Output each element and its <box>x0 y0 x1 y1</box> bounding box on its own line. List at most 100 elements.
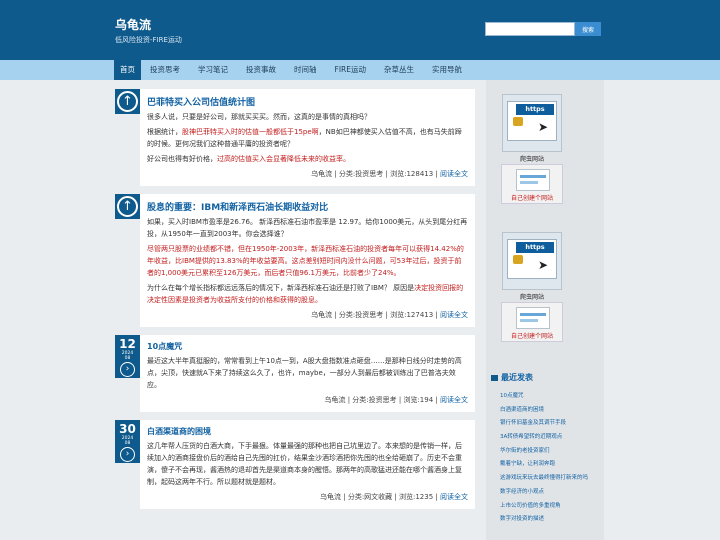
post-list: ↑ 巴菲特买入公司估值统计图 很多人说，只要是好公司，那就买买买。然而，这真的是… <box>115 89 475 517</box>
post-title[interactable]: 股息的重要：IBM和新泽西石油长期收益对比 <box>147 200 468 213</box>
post-meta: 乌龟流 | 分类:投资思考 | 浏览:128413 | 阅读全文 <box>311 170 468 178</box>
post-item: 12 2024 08 › 10点魔咒 最近这大半年真挺服的，常常看到上午10点一… <box>115 335 475 412</box>
read-more-link[interactable]: 阅读全文 <box>440 493 468 501</box>
nav-item-fire[interactable]: FIRE运动 <box>326 60 375 80</box>
post-paragraph: 如果，买入时IBM市盈率是26.76。 新泽西标准石油市盈率是 12.97。给你… <box>147 218 468 238</box>
post-title[interactable]: 巴菲特买入公司估值统计图 <box>147 95 468 108</box>
post-card: 10点魔咒 最近这大半年真挺服的，常常看到上午10点一到，A股大盘指数准点砸盘…… <box>140 335 475 412</box>
search-input[interactable] <box>485 22 575 36</box>
post-paragraph: 最近这大半年真挺服的，常常看到上午10点一到，A股大盘指数准点砸盘……是那种日线… <box>147 357 462 389</box>
lock-icon <box>513 117 523 126</box>
post-badge: ↑ <box>115 89 140 114</box>
main-nav: 首页 投资思考 学习笔记 投资事故 时间轴 FIRE运动 杂草丛生 实用导航 <box>0 60 720 80</box>
nav-item-timeline[interactable]: 时间轴 <box>285 60 326 80</box>
read-more-link[interactable]: 阅读全文 <box>440 311 468 319</box>
arrow-up-icon: ↑ <box>117 196 138 217</box>
nav-item-home[interactable]: 首页 <box>114 60 141 80</box>
recent-post-link[interactable]: 10点魔咒 <box>500 390 604 404</box>
post-item: 30 2024 08 › 白酒渠道商的困境 这几年帮人压货的白酒大商，下手最狠。… <box>115 420 475 509</box>
ad-banner-text: https <box>516 242 554 253</box>
sidebar-ad[interactable]: https ➤ 爬虫网站 自己创建个网站 <box>501 84 563 204</box>
post-category[interactable]: 分类:网文收藏 <box>348 493 392 501</box>
post-paragraph: 尽管两只股票的业绩都不错，但在1950年-2003年，新泽西标准石油的投资者每年… <box>147 245 464 277</box>
post-card: 白酒渠道商的困境 这几年帮人压货的白酒大商，下手最狠。体量最强的那种也把自己坑里… <box>140 420 475 509</box>
monitor-illustration: https ➤ <box>502 94 562 152</box>
post-author: 乌龟流 <box>320 493 342 501</box>
ad-caption[interactable]: 自己创建个网站 <box>502 193 562 202</box>
post-category[interactable]: 分类:投资思考 <box>339 170 383 178</box>
recent-post-link[interactable]: 银行怀旧基金及其调节手段 <box>500 417 604 431</box>
ad-caption[interactable]: 自己创建个网站 <box>502 331 562 340</box>
recent-post-link[interactable]: 戴着宁缺，让利润奔跑 <box>500 458 604 472</box>
post-views: 浏览:194 <box>403 396 434 404</box>
post-date-month: 08 <box>124 356 131 361</box>
recent-post-link[interactable]: 华尔街的老投资家们 <box>500 445 604 459</box>
post-meta: 乌龟流 | 分类:投资思考 | 浏览:127413 | 阅读全文 <box>311 311 468 319</box>
post-paragraph: 好公司也得有好价格，过高的估值买入会显著降低未来的收益率。 <box>147 155 350 163</box>
arrow-up-icon: ↑ <box>117 91 138 112</box>
post-item: ↑ 巴菲特买入公司估值统计图 很多人说，只要是好公司，那就买买买。然而，这真的是… <box>115 89 475 186</box>
post-date-badge: 12 2024 08 › <box>115 335 140 378</box>
post-views: 浏览:127413 <box>390 311 434 319</box>
post-date-month: 08 <box>124 441 131 446</box>
post-meta: 乌龟流 | 分类:投资思考 | 浏览:194 | 阅读全文 <box>324 396 468 404</box>
post-category[interactable]: 分类:投资思考 <box>352 396 396 404</box>
read-more-link[interactable]: 阅读全文 <box>440 170 468 178</box>
post-views: 浏览:128413 <box>390 170 434 178</box>
post-views: 浏览:1235 <box>399 493 434 501</box>
ad-preview: 自己创建个网站 <box>501 302 563 342</box>
nav-item-useful-links[interactable]: 实用导航 <box>423 60 471 80</box>
recent-post-link[interactable]: 3A转债希望转的近期观点 <box>500 431 604 445</box>
post-author: 乌龟流 <box>311 170 333 178</box>
post-paragraph: 根据统计，股神巴菲特买入时的估值一般都低于15pe啊，NB如巴神都使买入估值不高… <box>147 128 462 148</box>
cursor-icon: ➤ <box>538 258 549 272</box>
ad-banner-text: https <box>516 104 554 115</box>
post-author: 乌龟流 <box>311 311 333 319</box>
lock-icon <box>513 255 523 264</box>
post-title[interactable]: 白酒渠道商的困境 <box>147 426 468 437</box>
search-form: 搜索 <box>485 22 601 36</box>
nav-item-misc[interactable]: 杂草丛生 <box>375 60 423 80</box>
ad-label: 爬虫网站 <box>519 294 544 301</box>
recent-post-link[interactable]: 数字经济的小观点 <box>500 486 604 500</box>
post-date-badge: 30 2024 08 › <box>115 420 140 463</box>
cursor-icon: ➤ <box>538 120 549 134</box>
site-header: 乌龟流 低风险投资-FIRE运动 搜索 <box>0 0 720 60</box>
monitor-illustration: https ➤ <box>502 232 562 290</box>
post-item: ↑ 股息的重要：IBM和新泽西石油长期收益对比 如果，买入时IBM市盈率是26.… <box>115 194 475 327</box>
ad-preview: 自己创建个网站 <box>501 164 563 204</box>
nav-item-investment-accidents[interactable]: 投资事故 <box>237 60 285 80</box>
chevron-right-icon: › <box>120 447 135 462</box>
post-category[interactable]: 分类:投资思考 <box>339 311 383 319</box>
recent-post-link[interactable]: 这游戏玩来玩去最终懂得打新来的吗 <box>500 472 604 486</box>
recent-posts-title: 最近发表 <box>491 372 533 383</box>
website-preview-icon <box>516 307 550 329</box>
folder-icon <box>491 374 498 381</box>
chevron-right-icon: › <box>120 362 135 377</box>
post-paragraph: 很多人说，只要是好公司，那就买买买。然而，这真的是事情的真相吗？ <box>147 113 371 121</box>
site-title[interactable]: 乌龟流 <box>115 16 151 33</box>
recent-post-link[interactable]: 上市公司价值的多重视角 <box>500 500 604 514</box>
ad-label: 爬虫网站 <box>519 156 544 163</box>
site-description: 低风险投资-FIRE运动 <box>115 36 182 44</box>
search-button[interactable]: 搜索 <box>575 22 601 36</box>
read-more-link[interactable]: 阅读全文 <box>440 396 468 404</box>
nav-item-study-notes[interactable]: 学习笔记 <box>189 60 237 80</box>
post-author: 乌龟流 <box>324 396 346 404</box>
post-date-day: 12 <box>119 337 136 351</box>
nav-item-investment-thinking[interactable]: 投资思考 <box>141 60 189 80</box>
post-card: 巴菲特买入公司估值统计图 很多人说，只要是好公司，那就买买买。然而，这真的是事情… <box>140 89 475 186</box>
post-badge: ↑ <box>115 194 140 219</box>
post-paragraph: 为什么在每个增长指标都远远落后的情况下，新泽西标准石油还是打败了IBM？ 原因是… <box>147 284 464 304</box>
recent-post-link[interactable]: 白酒渠道商的困境 <box>500 404 604 418</box>
post-card: 股息的重要：IBM和新泽西石油长期收益对比 如果，买入时IBM市盈率是26.76… <box>140 194 475 327</box>
post-title[interactable]: 10点魔咒 <box>147 341 468 352</box>
recent-post-link[interactable]: 数字对投资的描述 <box>500 513 604 527</box>
post-meta: 乌龟流 | 分类:网文收藏 | 浏览:1235 | 阅读全文 <box>320 493 468 501</box>
recent-posts-list: 10点魔咒 白酒渠道商的困境 银行怀旧基金及其调节手段 3A转债希望转的近期观点… <box>500 390 604 527</box>
post-date-day: 30 <box>119 422 136 436</box>
website-preview-icon <box>516 169 550 191</box>
sidebar: https ➤ 爬虫网站 自己创建个网站 https ➤ 爬虫网站 自己创建个网… <box>486 80 604 540</box>
post-paragraph: 这几年帮人压货的白酒大商，下手最狠。体量最强的那种也把自己坑里边了。本来想的是传… <box>147 442 462 486</box>
sidebar-ad[interactable]: https ➤ 爬虫网站 自己创建个网站 <box>501 222 563 342</box>
